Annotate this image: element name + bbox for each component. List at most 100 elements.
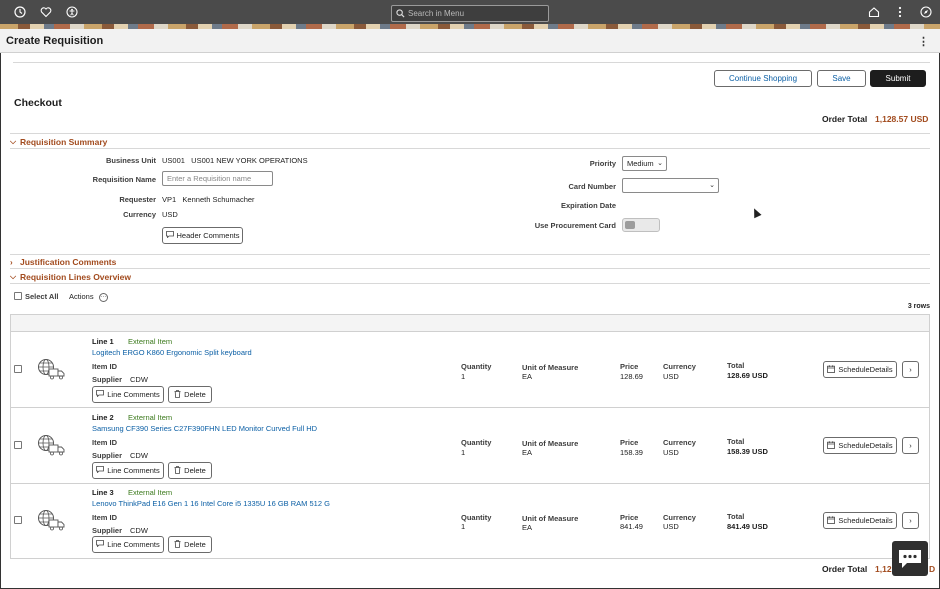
currency-label: Currency: [123, 210, 156, 219]
uom-label: Unit of Measure: [522, 514, 579, 523]
select-all-label: Select All: [25, 292, 59, 301]
uom-value: EA: [522, 372, 533, 381]
item-id-label: Item ID: [92, 362, 118, 371]
line-comments-button[interactable]: Line Comments: [92, 462, 164, 479]
rows-count: 3 rows: [907, 303, 930, 310]
top-navigation-bar: Search in Menu: [0, 0, 940, 24]
section-divider: [10, 268, 930, 269]
order-total-label: Order Total: [822, 114, 868, 124]
header-divider: [13, 62, 930, 63]
row-detail-chevron-icon[interactable]: ›: [902, 437, 919, 454]
chevron-down-icon: ⌄: [657, 160, 663, 167]
line-comments-label: Line Comments: [107, 540, 160, 549]
total-label: Total: [727, 512, 745, 521]
bottom-order-total-tail: D: [929, 564, 936, 574]
delete-button[interactable]: Delete: [168, 462, 212, 479]
chevron-down-icon: ⌄: [709, 182, 715, 189]
quantity-value: 1: [461, 372, 466, 381]
price-label: Price: [620, 438, 639, 447]
item-description-link[interactable]: Lenovo ThinkPad E16 Gen 1 16 Intel Core …: [92, 499, 330, 508]
item-description-link[interactable]: Samsung CF390 Series C27F390FHN LED Moni…: [92, 424, 317, 433]
justification-comments-toggle[interactable]: › Justification Comments: [10, 257, 116, 267]
chevron-down-icon: ⌵: [10, 272, 17, 281]
expiration-date-label: Expiration Date: [560, 201, 616, 210]
schedule-details-button[interactable]: ScheduleDetails: [823, 512, 897, 529]
page-header: Create Requisition ⋮: [0, 29, 940, 53]
favorites-icon[interactable]: [38, 4, 54, 20]
price-label: Price: [620, 362, 639, 371]
schedule-details-label: ScheduleDetails: [838, 365, 893, 374]
accessibility-icon[interactable]: [64, 4, 80, 20]
item-type: External Item: [128, 337, 173, 346]
business-unit-label: Business Unit: [105, 156, 156, 165]
use-procurement-card-toggle[interactable]: [622, 218, 660, 232]
row-checkbox[interactable]: [14, 441, 22, 449]
continue-shopping-button[interactable]: Continue Shopping: [714, 70, 812, 87]
save-button[interactable]: Save: [817, 70, 866, 87]
item-description-link[interactable]: Logitech ERGO K860 Ergonomic Split keybo…: [92, 348, 252, 357]
schedule-details-button[interactable]: ScheduleDetails: [823, 437, 897, 454]
quantity-label: Quantity: [461, 362, 492, 371]
more-options-icon: ···: [98, 292, 108, 302]
comment-icon: [165, 231, 174, 240]
checkout-heading: Checkout: [14, 97, 62, 109]
requisition-lines-label: Requisition Lines Overview: [20, 272, 132, 282]
row-detail-chevron-icon[interactable]: ›: [902, 361, 919, 378]
chevron-right-icon: ›: [10, 257, 13, 267]
select-all-checkbox[interactable]: [14, 292, 22, 300]
requisition-summary-label: Requisition Summary: [20, 137, 108, 147]
table-row: Line 3 External Item Lenovo ThinkPad E16…: [10, 483, 930, 559]
use-procurement-card-label: Use Procurement Card: [534, 221, 616, 230]
line-comments-button[interactable]: Line Comments: [92, 386, 164, 403]
search-placeholder: Search in Menu: [408, 9, 465, 18]
delete-button[interactable]: Delete: [168, 536, 212, 553]
home-icon[interactable]: [866, 4, 882, 20]
search-input[interactable]: Search in Menu: [391, 5, 549, 22]
requisition-name-input[interactable]: Enter a Requisition name: [162, 171, 273, 186]
schedule-details-button[interactable]: ScheduleDetails: [823, 361, 897, 378]
delete-label: Delete: [184, 540, 206, 549]
recent-icon[interactable]: [12, 4, 28, 20]
currency-value: USD: [663, 448, 679, 457]
requisition-summary-toggle[interactable]: ⌵ Requisition Summary: [10, 137, 107, 147]
header-comments-button[interactable]: Header Comments: [162, 227, 243, 244]
section-divider: [10, 254, 930, 255]
actions-menu[interactable]: Actions ···: [69, 292, 108, 302]
delete-label: Delete: [184, 390, 206, 399]
table-row: Line 2 External Item Samsung CF390 Serie…: [10, 408, 930, 484]
line-comments-button[interactable]: Line Comments: [92, 536, 164, 553]
external-item-icon: [38, 435, 65, 456]
supplier-label: Supplier: [92, 375, 123, 384]
page-title: Create Requisition: [6, 35, 104, 47]
row-checkbox[interactable]: [14, 516, 22, 524]
card-number-select[interactable]: ⌄: [622, 178, 719, 193]
more-icon[interactable]: [892, 4, 908, 20]
section-divider: [10, 283, 930, 284]
requisition-lines-toggle[interactable]: ⌵ Requisition Lines Overview: [10, 272, 131, 282]
priority-select[interactable]: Medium ⌄: [622, 156, 667, 171]
delete-label: Delete: [184, 466, 206, 475]
justification-comments-label: Justification Comments: [20, 257, 117, 267]
supplier-value: CDW: [130, 526, 148, 535]
comment-icon: [96, 466, 105, 475]
trash-icon: [174, 389, 181, 400]
chat-assistant-button[interactable]: [892, 541, 928, 576]
total-value: 128.69 USD: [727, 371, 768, 380]
total-value: 158.39 USD: [727, 447, 768, 456]
section-divider: [10, 148, 930, 149]
uom-value: EA: [522, 448, 533, 457]
submit-button[interactable]: Submit: [870, 70, 926, 87]
price-label: Price: [620, 513, 639, 522]
row-detail-chevron-icon[interactable]: ›: [902, 512, 919, 529]
price-value: 128.69: [620, 372, 643, 381]
supplier-value: CDW: [130, 451, 148, 460]
comment-icon: [96, 540, 105, 549]
navigator-icon[interactable]: [918, 4, 934, 20]
row-checkbox[interactable]: [14, 365, 22, 373]
supplier-label: Supplier: [92, 451, 123, 460]
schedule-details-label: ScheduleDetails: [838, 441, 893, 450]
item-id-label: Item ID: [92, 513, 118, 522]
delete-button[interactable]: Delete: [168, 386, 212, 403]
item-id-label: Item ID: [92, 438, 118, 447]
page-actions-kebab-icon[interactable]: ⋮: [918, 35, 929, 48]
